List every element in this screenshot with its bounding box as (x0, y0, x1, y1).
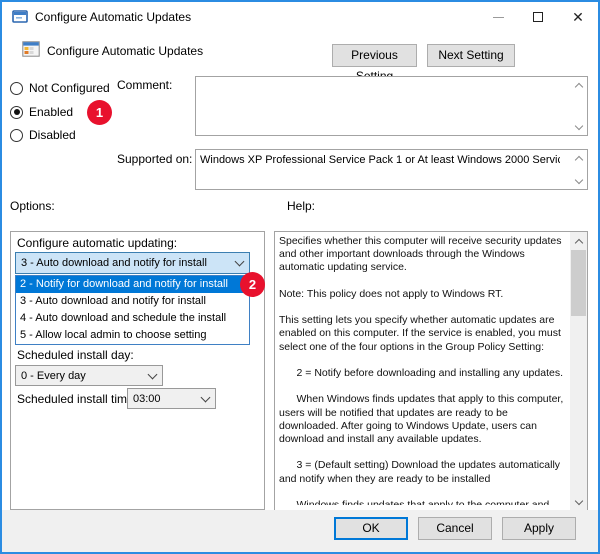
help-section-label: Help: (287, 199, 316, 213)
supported-scroll-down-icon[interactable] (574, 175, 584, 185)
options-section-label: Options: (10, 199, 55, 213)
cancel-button[interactable]: Cancel (418, 517, 492, 540)
auto-updating-label: Configure automatic updating: (17, 236, 178, 250)
previous-setting-button[interactable]: Previous Setting (332, 44, 417, 83)
scheduled-time-combo[interactable]: 03:00 (127, 388, 216, 409)
dropdown-option-2[interactable]: 2 - Notify for download and notify for i… (16, 276, 249, 293)
radio-label: Not Configured (29, 81, 110, 95)
dropdown-option-3[interactable]: 3 - Auto download and notify for install (16, 293, 249, 310)
radio-circle[interactable] (10, 128, 23, 142)
dropdown-option-4[interactable]: 4 - Auto download and schedule the insta… (16, 310, 249, 327)
radio-circle[interactable] (10, 81, 23, 95)
scheduled-time-label: Scheduled install time: (17, 392, 138, 406)
ok-button[interactable]: OK (334, 517, 408, 540)
comment-input[interactable] (195, 76, 588, 136)
scheduled-day-label: Scheduled install day: (17, 348, 134, 362)
scroll-up-icon[interactable] (570, 232, 587, 249)
auto-updating-dropdown: 2 - Notify for download and notify for i… (15, 275, 250, 345)
help-panel: Specifies whether this computer will rec… (274, 231, 588, 511)
supported-on-box[interactable]: Windows XP Professional Service Pack 1 o… (195, 149, 588, 190)
policy-setting-dialog: Configure Automatic Updates ✕ Configure … (0, 0, 600, 554)
radio-not-configured[interactable]: Not Configured (10, 81, 110, 95)
maximize-button[interactable] (518, 2, 558, 32)
window-title: Configure Automatic Updates (35, 10, 192, 24)
apply-button[interactable]: Apply (502, 517, 576, 540)
scrollbar-thumb[interactable] (571, 250, 586, 316)
radio-label: Enabled (29, 105, 74, 119)
scroll-down-icon[interactable] (570, 493, 587, 510)
close-icon: ✕ (572, 9, 584, 25)
app-window-icon (12, 10, 28, 23)
chevron-down-icon (234, 256, 245, 267)
help-text: Specifies whether this computer will rec… (279, 235, 564, 505)
dialog-footer: OK Cancel Apply (2, 510, 598, 552)
title-bar[interactable]: Configure Automatic Updates ✕ (2, 2, 598, 32)
help-scrollbar[interactable] (570, 232, 587, 510)
close-button[interactable]: ✕ (558, 2, 598, 32)
comment-scroll-down-icon[interactable] (574, 121, 584, 131)
combo-value: 03:00 (133, 392, 161, 405)
next-setting-button[interactable]: Next Setting (427, 44, 515, 67)
options-panel: Configure automatic updating: 3 - Auto d… (10, 231, 265, 510)
step-badge-1: 1 (87, 100, 112, 125)
comment-label: Comment: (117, 78, 173, 92)
auto-updating-combo[interactable]: 3 - Auto download and notify for install (15, 252, 250, 274)
radio-enabled[interactable]: Enabled (10, 105, 73, 119)
maximize-icon (533, 12, 543, 22)
combo-value: 3 - Auto download and notify for install (21, 257, 207, 269)
chevron-down-icon (147, 369, 158, 379)
supported-on-value: Windows XP Professional Service Pack 1 o… (200, 154, 560, 166)
radio-disabled[interactable]: Disabled (10, 128, 76, 142)
supported-on-label: Supported on: (117, 152, 193, 166)
chevron-down-icon (200, 392, 211, 402)
radio-label: Disabled (29, 128, 76, 142)
combo-value: 0 - Every day (21, 369, 86, 382)
supported-scroll-up-icon[interactable] (574, 154, 584, 165)
comment-scroll-up-icon[interactable] (574, 81, 584, 92)
radio-circle-selected[interactable] (10, 105, 23, 119)
step-badge-2: 2 (240, 272, 265, 297)
policy-setting-icon (22, 41, 40, 57)
minimize-icon (492, 16, 504, 18)
dropdown-option-5[interactable]: 5 - Allow local admin to choose setting (16, 327, 249, 344)
scheduled-day-combo[interactable]: 0 - Every day (15, 365, 163, 386)
minimize-button[interactable] (478, 2, 518, 32)
setting-name: Configure Automatic Updates (47, 44, 204, 58)
